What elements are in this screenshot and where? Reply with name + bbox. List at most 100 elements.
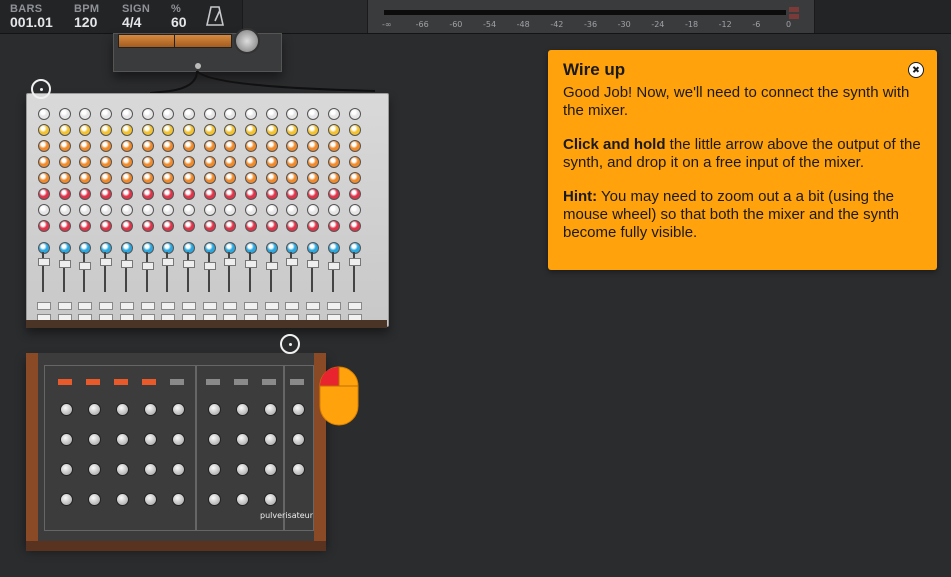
mixer-knob[interactable] bbox=[327, 108, 340, 120]
mixer-knob[interactable] bbox=[58, 242, 71, 254]
mixer-knob[interactable] bbox=[286, 220, 299, 232]
synth-selector[interactable] bbox=[58, 379, 72, 385]
mixer-knob[interactable] bbox=[307, 156, 320, 168]
mixer-channel-strip[interactable] bbox=[325, 100, 341, 322]
mixer-knob[interactable] bbox=[265, 188, 278, 200]
mixer-knob[interactable] bbox=[38, 140, 50, 152]
mixer-knob[interactable] bbox=[38, 124, 50, 136]
mixer-channel-strip[interactable] bbox=[159, 100, 176, 322]
mixer-knob[interactable] bbox=[265, 156, 278, 168]
mixer-knob[interactable] bbox=[120, 172, 133, 184]
mixer-knob[interactable] bbox=[162, 124, 175, 136]
mixer-knob[interactable] bbox=[286, 204, 299, 216]
mixer-knob[interactable] bbox=[162, 108, 175, 120]
channel-button[interactable] bbox=[181, 302, 196, 310]
mixer-knob[interactable] bbox=[203, 242, 216, 254]
mixer-knob[interactable] bbox=[141, 108, 154, 120]
fader-handle[interactable] bbox=[286, 258, 299, 266]
synth-knob[interactable] bbox=[236, 493, 249, 506]
mixer-knob[interactable] bbox=[286, 108, 299, 120]
mixer-knob[interactable] bbox=[203, 156, 216, 168]
mixer-knob[interactable] bbox=[224, 172, 237, 184]
mixer-knob[interactable] bbox=[182, 242, 195, 254]
mixer-knob[interactable] bbox=[79, 124, 92, 136]
mixer-knob[interactable] bbox=[162, 172, 175, 184]
mixer-knob[interactable] bbox=[162, 220, 175, 232]
mixer-channel-strip[interactable] bbox=[283, 100, 300, 322]
mixer-knob[interactable] bbox=[265, 204, 278, 216]
fader-handle[interactable] bbox=[245, 260, 257, 268]
channel-button[interactable] bbox=[326, 302, 341, 310]
mixer-knob[interactable] bbox=[162, 204, 175, 216]
channel-button[interactable] bbox=[78, 302, 93, 310]
mixer-knob[interactable] bbox=[79, 140, 92, 152]
mixer-knob[interactable] bbox=[224, 188, 237, 200]
mixer-channel-strip[interactable] bbox=[304, 100, 321, 322]
mixer-knob[interactable] bbox=[245, 242, 257, 254]
mixer-knob[interactable] bbox=[141, 242, 154, 254]
mixer-channel-strip[interactable] bbox=[97, 100, 114, 322]
mixer-knob[interactable] bbox=[100, 140, 113, 152]
synth-knob[interactable] bbox=[264, 463, 277, 476]
mixer-knob[interactable] bbox=[245, 156, 257, 168]
mixer-knob[interactable] bbox=[120, 188, 133, 200]
mixer-knob[interactable] bbox=[120, 156, 133, 168]
synth-selector[interactable] bbox=[262, 379, 276, 385]
channel-button[interactable] bbox=[119, 302, 134, 310]
mixer-knob[interactable] bbox=[162, 140, 175, 152]
mixer-knob[interactable] bbox=[182, 172, 195, 184]
mixer-knob[interactable] bbox=[307, 204, 320, 216]
synth-knob[interactable] bbox=[208, 403, 221, 416]
fader-handle[interactable] bbox=[182, 260, 195, 268]
mixer-knob[interactable] bbox=[245, 204, 257, 216]
fader-handle[interactable] bbox=[100, 258, 113, 266]
metronome-icon[interactable] bbox=[206, 6, 224, 26]
mixer-knob[interactable] bbox=[120, 220, 133, 232]
mixer-knob[interactable] bbox=[203, 108, 216, 120]
mixer-knob[interactable] bbox=[327, 156, 340, 168]
synth-knob[interactable] bbox=[264, 433, 277, 446]
mixer-knob[interactable] bbox=[58, 204, 71, 216]
mixer-knob[interactable] bbox=[38, 220, 50, 232]
channel-button[interactable] bbox=[37, 302, 51, 310]
mixer-knob[interactable] bbox=[327, 172, 340, 184]
mixer-channel-strip[interactable] bbox=[139, 100, 155, 322]
channel-button[interactable] bbox=[285, 302, 300, 310]
mixer-knob[interactable] bbox=[265, 108, 278, 120]
synth-selector[interactable] bbox=[114, 379, 128, 385]
mixer-channel-strip[interactable] bbox=[76, 100, 93, 322]
mixer-knob[interactable] bbox=[203, 124, 216, 136]
mixer-knob[interactable] bbox=[224, 124, 237, 136]
bars-display[interactable]: BARS 001.01 bbox=[10, 3, 53, 30]
mixer-knob[interactable] bbox=[307, 108, 320, 120]
synth-knob[interactable] bbox=[144, 403, 157, 416]
mixer-knob[interactable] bbox=[100, 172, 113, 184]
synth-selector[interactable] bbox=[142, 379, 156, 385]
mixer-knob[interactable] bbox=[100, 124, 113, 136]
mixer-knob[interactable] bbox=[58, 172, 71, 184]
mixer-knob[interactable] bbox=[58, 108, 71, 120]
signature-display[interactable]: SIGN 4/4 bbox=[122, 3, 150, 30]
mixer-knob[interactable] bbox=[224, 108, 237, 120]
synth-knob[interactable] bbox=[88, 403, 101, 416]
mixer-knob[interactable] bbox=[141, 188, 154, 200]
synth-output-port-highlight[interactable] bbox=[280, 334, 300, 354]
mixer-knob[interactable] bbox=[307, 188, 320, 200]
synth-knob[interactable] bbox=[236, 403, 249, 416]
mixer-knob[interactable] bbox=[224, 140, 237, 152]
synth-knob[interactable] bbox=[264, 493, 277, 506]
mixer-channel-strip[interactable] bbox=[118, 100, 134, 322]
mixer-knob[interactable] bbox=[348, 124, 361, 136]
fader-handle[interactable] bbox=[203, 262, 216, 270]
mixer-knob[interactable] bbox=[348, 108, 361, 120]
synth-knob[interactable] bbox=[116, 433, 129, 446]
mixer-device[interactable] bbox=[26, 93, 389, 327]
mixer-knob[interactable] bbox=[307, 220, 320, 232]
mixer-knob[interactable] bbox=[307, 172, 320, 184]
synth-knob[interactable] bbox=[292, 433, 305, 446]
synth-knob[interactable] bbox=[144, 433, 157, 446]
fader-handle[interactable] bbox=[224, 258, 237, 266]
mixer-knob[interactable] bbox=[327, 204, 340, 216]
vu-level-knob[interactable] bbox=[234, 28, 260, 54]
fader-handle[interactable] bbox=[38, 258, 50, 266]
